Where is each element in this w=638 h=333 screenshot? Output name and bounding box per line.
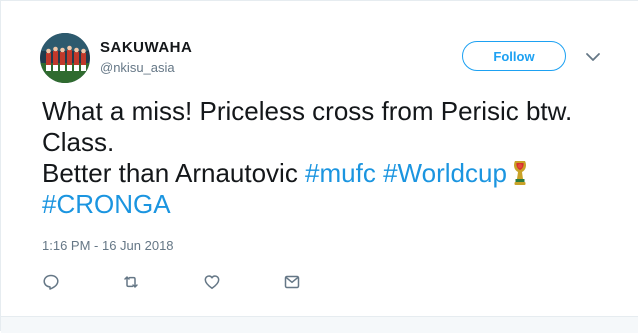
chevron-down-icon[interactable] [584, 48, 602, 66]
avatar[interactable] [40, 33, 90, 83]
tweet-text-line-3: Better than Arnautovic #mufc #Worldcup [42, 158, 622, 189]
tweet-text-line-2: Class. [42, 127, 115, 157]
tweet-footer-divider [1, 316, 638, 333]
retweet-icon[interactable] [122, 273, 140, 291]
display-name[interactable]: SAKUWAHA [100, 38, 192, 58]
tweet-text-line-1: What a miss! Priceless cross from Perisi… [42, 96, 573, 126]
like-icon[interactable] [203, 273, 221, 291]
avatar-image [40, 33, 90, 83]
tweet-text-line-4: #CRONGA [42, 189, 622, 220]
hashtag-mufc[interactable]: #mufc [305, 158, 376, 188]
reply-icon[interactable] [42, 273, 60, 291]
user-handle[interactable]: @nkisu_asia [100, 60, 175, 76]
world-cup-trophy-icon [513, 161, 526, 185]
tweet-text: What a miss! Priceless cross from Perisi… [42, 96, 622, 220]
hashtag-cronga[interactable]: #CRONGA [42, 189, 171, 219]
follow-button[interactable]: Follow [462, 41, 566, 71]
tweet-card: SAKUWAHA @nkisu_asia Follow What a miss!… [0, 0, 638, 333]
tweet-text-plain: Better than Arnautovic [42, 158, 306, 188]
direct-message-icon[interactable] [283, 273, 301, 291]
hashtag-worldcup[interactable]: #Worldcup [383, 158, 507, 188]
tweet-timestamp[interactable]: 1:16 PM - 16 Jun 2018 [42, 238, 174, 254]
